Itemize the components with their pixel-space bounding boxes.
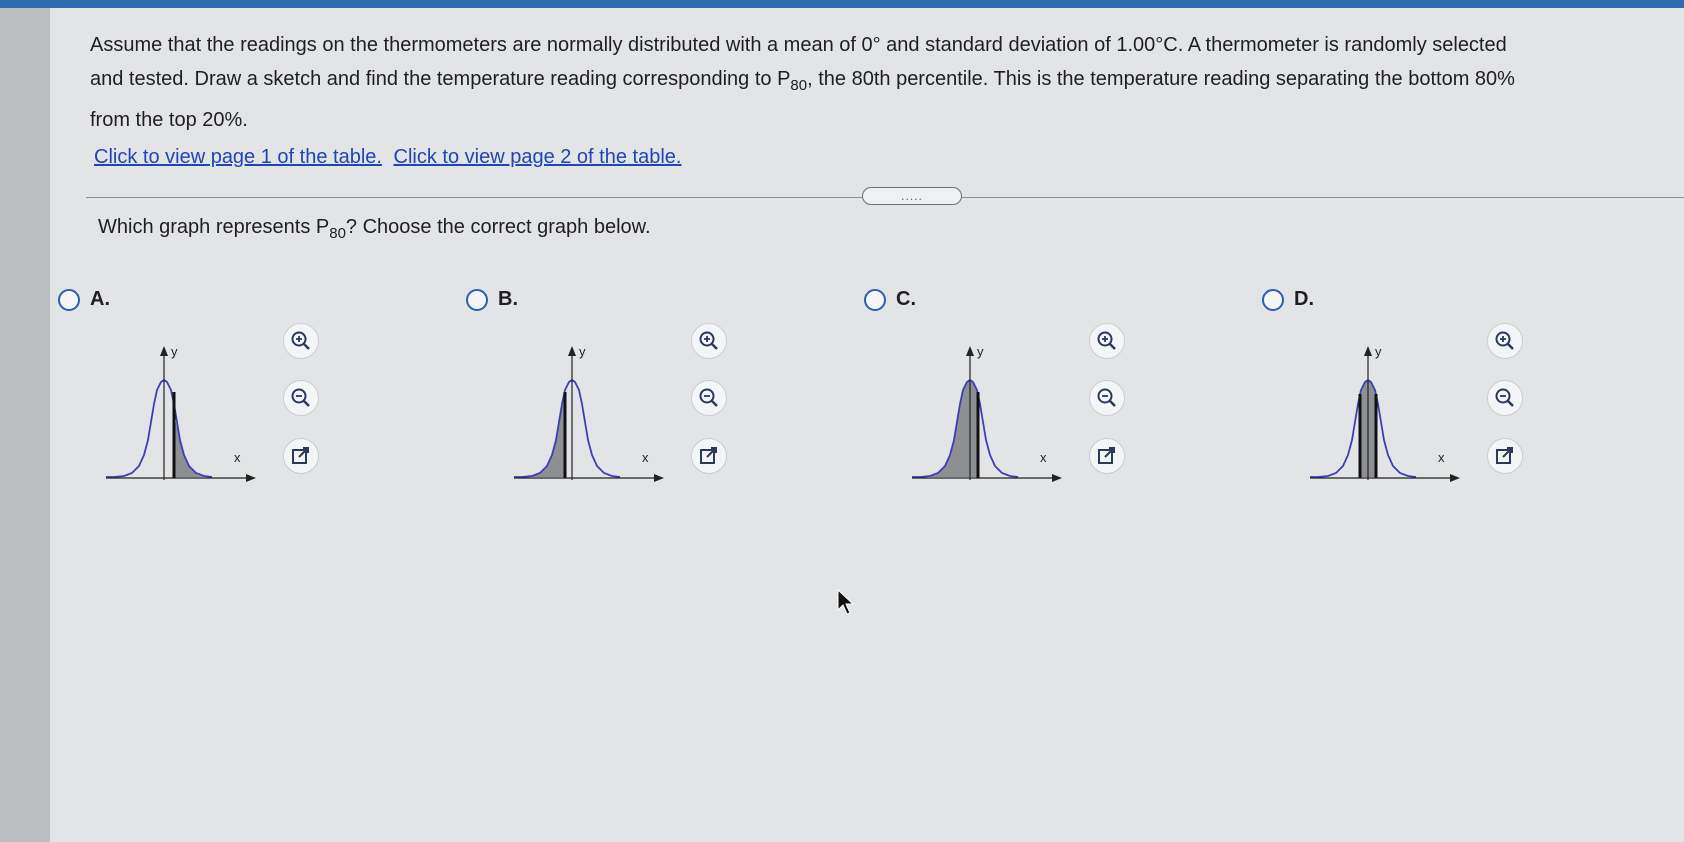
mouse-cursor-icon	[837, 588, 855, 615]
zoom-out-icon	[291, 388, 310, 407]
table-links: Click to view page 1 of the table. Click…	[94, 146, 687, 169]
graph-a-y-arrow	[160, 346, 168, 356]
top-bar	[0, 0, 1684, 8]
zoom-in-icon	[1097, 331, 1116, 350]
graph-c-y-arrow	[966, 346, 974, 356]
table-page-1-link[interactable]: Click to view page 1 of the table.	[94, 146, 382, 168]
graph-a-x-arrow	[246, 474, 256, 482]
graph-b: y x	[514, 344, 664, 482]
graph-c: y x	[912, 344, 1062, 482]
option-d: D. y x	[1262, 288, 1542, 518]
option-d-zoom-out-button[interactable]	[1487, 380, 1523, 416]
popout-icon	[292, 447, 309, 464]
option-b-zoom-in-button[interactable]	[691, 323, 727, 359]
question-line-2: and tested. Draw a sketch and find the t…	[90, 68, 1515, 94]
zoom-out-icon	[1097, 388, 1116, 407]
graph-c-shaded-region	[930, 380, 978, 477]
option-b-radio[interactable]	[466, 288, 488, 311]
popout-icon	[1496, 447, 1513, 464]
question-line-1: Assume that the readings on the thermome…	[90, 34, 1507, 56]
prompt-text: Which graph represents P80? Choose the c…	[98, 216, 651, 242]
option-c-zoom-out-button[interactable]	[1089, 380, 1125, 416]
option-a-popout-button[interactable]	[283, 438, 319, 474]
option-a-zoom-out-button[interactable]	[283, 380, 319, 416]
option-a-radio[interactable]	[58, 288, 80, 311]
question-line-3: from the top 20%.	[90, 109, 248, 131]
option-d-popout-button[interactable]	[1487, 438, 1523, 474]
graph-b-y-arrow	[568, 346, 576, 356]
option-c: C. y x	[864, 288, 1144, 518]
option-d-radio[interactable]	[1262, 288, 1284, 311]
option-b: B. y x	[466, 288, 746, 518]
option-c-radio[interactable]	[864, 288, 886, 311]
popout-icon	[1098, 447, 1115, 464]
left-edge	[0, 8, 50, 842]
graph-a: y x	[106, 344, 256, 482]
question-text: Assume that the readings on the thermome…	[90, 28, 1684, 137]
graph-b-y-label: y	[579, 344, 586, 359]
option-b-letter: B.	[498, 288, 518, 310]
option-c-zoom-in-button[interactable]	[1089, 323, 1125, 359]
option-a: A. y x	[58, 288, 338, 518]
zoom-out-icon	[1495, 388, 1514, 407]
divider-handle[interactable]: .....	[862, 187, 962, 205]
graph-b-x-label: x	[642, 450, 649, 465]
graph-d: y x	[1310, 344, 1460, 482]
zoom-in-icon	[1495, 331, 1514, 350]
option-c-choice[interactable]: C.	[864, 288, 916, 311]
graph-d-x-arrow	[1450, 474, 1460, 482]
graph-d-y-arrow	[1364, 346, 1372, 356]
graph-b-x-arrow	[654, 474, 664, 482]
option-b-popout-button[interactable]	[691, 438, 727, 474]
table-page-2-link[interactable]: Click to view page 2 of the table.	[394, 146, 682, 168]
graph-c-y-label: y	[977, 344, 984, 359]
option-a-zoom-in-button[interactable]	[283, 323, 319, 359]
option-c-popout-button[interactable]	[1089, 438, 1125, 474]
graph-d-y-label: y	[1375, 344, 1382, 359]
zoom-in-icon	[291, 331, 310, 350]
question-page: Assume that the readings on the thermome…	[50, 8, 1684, 842]
option-b-zoom-out-button[interactable]	[691, 380, 727, 416]
option-d-letter: D.	[1294, 288, 1314, 310]
zoom-in-icon	[699, 331, 718, 350]
option-b-choice[interactable]: B.	[466, 288, 518, 311]
graph-b-curve	[514, 378, 621, 478]
popout-icon	[700, 447, 717, 464]
graph-d-x-label: x	[1438, 450, 1445, 465]
option-d-zoom-in-button[interactable]	[1487, 323, 1523, 359]
option-d-choice[interactable]: D.	[1262, 288, 1314, 311]
option-a-choice[interactable]: A.	[58, 288, 110, 311]
graph-c-x-label: x	[1040, 450, 1047, 465]
option-c-letter: C.	[896, 288, 916, 310]
option-a-letter: A.	[90, 288, 110, 310]
graph-a-x-label: x	[234, 450, 241, 465]
graph-c-x-arrow	[1052, 474, 1062, 482]
zoom-out-icon	[699, 388, 718, 407]
graph-a-y-label: y	[171, 344, 178, 359]
graph-a-curve	[106, 378, 213, 478]
